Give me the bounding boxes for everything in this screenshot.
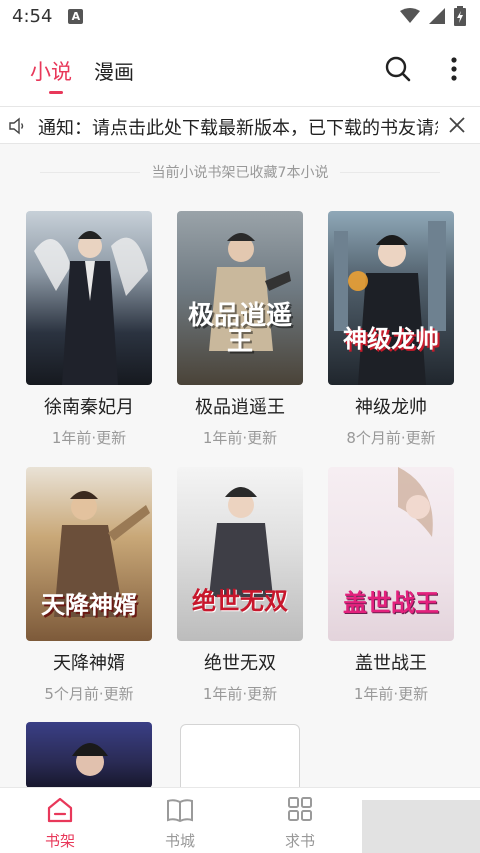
cover-title-text: 天降神婿 <box>41 589 137 619</box>
open-book-icon <box>167 799 193 823</box>
book-item[interactable] <box>26 722 152 788</box>
book-cover[interactable]: 绝世无双 <box>177 467 303 641</box>
divider <box>40 171 140 173</box>
nav-item-request-book[interactable]: 求书 <box>260 796 340 851</box>
book-item[interactable]: 盖世战王 盖世战王 1年前·更新 <box>328 467 454 704</box>
book-update-time: 1年前·更新 <box>202 429 278 447</box>
book-cover[interactable] <box>26 211 152 385</box>
wifi-icon <box>400 8 420 23</box>
book-item[interactable]: 天降神婿 天降神婿 5个月前·更新 <box>26 467 152 704</box>
tab-comic[interactable]: 漫画 <box>94 56 134 85</box>
cover-title-text: 神级龙帅 <box>343 323 439 353</box>
grid-icon <box>288 797 312 821</box>
book-update-time: 8个月前·更新 <box>346 429 436 447</box>
cover-art <box>34 231 148 385</box>
shelf-summary: 当前小说书架已收藏7本小说 <box>40 160 441 184</box>
nav-label: 书架 <box>44 832 75 850</box>
book-item[interactable]: 绝世无双 绝世无双 1年前·更新 <box>177 467 303 704</box>
bookshelf-icon <box>47 797 73 823</box>
search-icon[interactable] <box>385 56 411 82</box>
book-item[interactable]: 徐南秦妃月 1年前·更新 <box>26 211 152 448</box>
status-icons <box>400 6 466 26</box>
book-title[interactable]: 极品逍遥王 <box>177 393 303 419</box>
cover-art <box>72 743 108 776</box>
book-item[interactable]: 极品逍遥王 极品逍遥王 1年前·更新 <box>177 211 303 448</box>
nav-label: 求书 <box>284 832 315 850</box>
nav-label: 书城 <box>164 832 195 850</box>
book-update-time: 1年前·更新 <box>202 685 278 703</box>
tab-indicator <box>49 91 63 94</box>
status-time: 4:54 <box>12 5 53 27</box>
more-vertical-icon[interactable] <box>446 56 462 82</box>
notice-bar[interactable]: 通知：请点击此处下载最新版本，已下载的书友请忽略 <box>0 106 480 144</box>
app-header: 小说 漫画 <box>0 32 480 106</box>
cover-title-text: 极品逍遥王 <box>187 301 292 357</box>
nav-item-bookshelf[interactable]: 书架 <box>20 796 100 851</box>
signal-icon <box>429 8 445 24</box>
book-title[interactable]: 绝世无双 <box>177 649 303 675</box>
status-bar: 4:54 A <box>0 0 480 32</box>
book-title[interactable]: 神级龙帅 <box>328 393 454 419</box>
book-cover[interactable]: 天降神婿 <box>26 467 152 641</box>
book-cover[interactable] <box>26 722 152 788</box>
book-update-time: 1年前·更新 <box>51 429 127 447</box>
overlay-block <box>362 800 480 853</box>
book-cover[interactable]: 极品逍遥王 <box>177 211 303 385</box>
cover-art <box>209 233 291 351</box>
tab-novel[interactable]: 小说 <box>30 56 72 86</box>
cover-art <box>209 487 273 597</box>
book-cover[interactable]: 神级龙帅 <box>328 211 454 385</box>
divider <box>340 171 441 173</box>
battery-icon <box>454 6 466 26</box>
book-update-time: 1年前·更新 <box>353 685 429 703</box>
book-update-time: 5个月前·更新 <box>44 685 134 703</box>
notice-text[interactable]: 通知：请点击此处下载最新版本，已下载的书友请忽略 <box>38 114 438 140</box>
book-title[interactable]: 徐南秦妃月 <box>26 393 152 419</box>
book-title[interactable]: 盖世战王 <box>328 649 454 675</box>
nav-item-bookstore[interactable]: 书城 <box>140 796 220 851</box>
book-cover[interactable]: 盖世战王 <box>328 467 454 641</box>
speaker-icon <box>9 117 24 135</box>
shelf-summary-text: 当前小说书架已收藏7本小说 <box>151 165 329 181</box>
cover-art <box>334 221 446 385</box>
book-item[interactable]: 神级龙帅 神级龙帅 8个月前·更新 <box>328 211 454 448</box>
cover-title-text: 盖世战王 <box>343 587 439 617</box>
close-icon[interactable] <box>446 114 468 136</box>
book-title[interactable]: 天降神婿 <box>26 649 152 675</box>
cover-title-text: 绝世无双 <box>192 585 288 615</box>
notification-a-icon: A <box>68 8 84 24</box>
